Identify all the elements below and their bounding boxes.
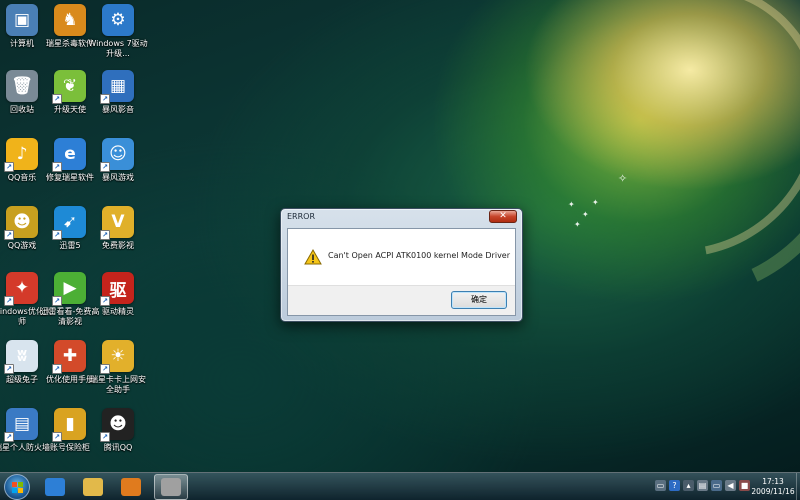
taskbar-running-app-button[interactable] — [154, 474, 188, 500]
desktop-icon-label: 瑞星杀毒软件 — [46, 39, 94, 48]
ok-button[interactable]: 确定 — [451, 291, 507, 309]
desktop-icon-label: 修复瑞星软件 — [46, 173, 94, 182]
wallpaper-sparkle: ✧ — [618, 172, 628, 185]
desktop-icon-label: QQ游戏 — [7, 241, 37, 250]
shortcut-arrow-icon: ↗ — [52, 364, 62, 374]
desktop-icon[interactable]: ⚙ Windows 7驱动升级... — [88, 4, 148, 66]
desktop-icon-label: 计算机 — [10, 39, 34, 48]
shortcut-arrow-icon: ↗ — [100, 230, 110, 240]
shortcut-arrow-icon: ↗ — [52, 94, 62, 104]
shortcut-arrow-icon: ↗ — [4, 432, 14, 442]
app-icon: V ↗ — [100, 206, 134, 240]
desktop-icon-label: 暴风影音 — [102, 105, 134, 114]
clock-time: 17:13 — [762, 477, 784, 486]
desktop-icon-label: 免费影视 — [102, 241, 134, 250]
app-icon: ▤ ↗ — [4, 408, 38, 442]
wallpaper-sparkle: ✦ — [568, 200, 575, 209]
shortcut-arrow-icon: ↗ — [100, 364, 110, 374]
tray-volume-icon[interactable]: ◀ — [725, 480, 736, 491]
desktop-icon-label: 迅雷5 — [59, 241, 81, 250]
app-icon: 驱 ↗ — [100, 272, 134, 306]
dialog-body: Can't Open ACPI ATK0100 kernel Mode Driv… — [287, 228, 516, 316]
windows-logo-icon — [12, 482, 24, 494]
shortcut-arrow-icon: ↗ — [100, 432, 110, 442]
desktop-icon-label: 驱动精灵 — [102, 307, 134, 316]
tray-display-icon[interactable]: ▭ — [711, 480, 722, 491]
desktop-icon[interactable]: ▦ ↗ 暴风影音 — [88, 70, 148, 132]
wallpaper-sparkle: ✦ — [574, 220, 581, 229]
app-icon: 🗑 — [6, 70, 38, 102]
dialog-title: ERROR — [287, 212, 316, 221]
app-icon: ➹ ↗ — [52, 206, 86, 240]
close-button[interactable]: ✕ — [489, 210, 517, 223]
media-player-icon — [121, 478, 141, 496]
desktop-icon[interactable]: ☻ ↗ 腾讯QQ — [88, 408, 148, 470]
desktop-icon-label: 优化使用手册 — [46, 375, 94, 384]
tray-chevron-icon[interactable]: ▴ — [683, 480, 694, 491]
app-icon: ☻ ↗ — [4, 206, 38, 240]
desktop-icon-label: Windows 7驱动升级... — [88, 39, 148, 58]
desktop-icon[interactable]: ☺ ↗ 暴风游戏 — [88, 138, 148, 200]
app-icon: ♞ — [54, 4, 86, 36]
app-icon: ☺ ↗ — [100, 138, 134, 172]
shortcut-arrow-icon: ↗ — [4, 162, 14, 172]
shortcut-arrow-icon: ↗ — [100, 296, 110, 306]
file-explorer-icon — [83, 478, 103, 496]
desktop-icon-label: 升级天使 — [54, 105, 86, 114]
clock-date: 2009/11/16 — [751, 487, 795, 496]
desktop-icon-label: 回收站 — [10, 105, 34, 114]
shortcut-arrow-icon: ↗ — [100, 162, 110, 172]
app-icon: ▶ ↗ — [52, 272, 86, 306]
desktop-icon-label: 暴风游戏 — [102, 173, 134, 182]
app-icon: ʬ ↗ — [4, 340, 38, 374]
show-desktop-button[interactable] — [796, 473, 800, 500]
shortcut-arrow-icon: ↗ — [52, 230, 62, 240]
tray-security-icon[interactable]: ■ — [739, 480, 750, 491]
app-icon: ✦ ↗ — [4, 272, 38, 306]
taskbar-file-explorer-button[interactable] — [76, 474, 110, 500]
desktop-icon[interactable]: ☀ ↗ 瑞星卡卡上网安全助手 — [88, 340, 148, 402]
error-dialog: ERROR ✕ Can't Open ACPI ATK0100 kernel M… — [280, 208, 523, 322]
app-icon: ▦ ↗ — [100, 70, 134, 104]
warning-icon — [304, 249, 322, 265]
app-icon: ❦ ↗ — [52, 70, 86, 104]
system-tray: ▭ ? ▴ ▤ ▭ ◀ ■ — [655, 480, 750, 491]
desktop-icon-label: 账号保险柜 — [50, 443, 90, 452]
desktop-icon-label: 腾讯QQ — [103, 443, 133, 452]
taskbar-media-player-button[interactable] — [114, 474, 148, 500]
shortcut-arrow-icon: ↗ — [52, 162, 62, 172]
shortcut-arrow-icon: ↗ — [4, 364, 14, 374]
dialog-message: Can't Open ACPI ATK0100 kernel Mode Driv… — [328, 251, 511, 260]
app-icon: ☀ ↗ — [100, 340, 134, 374]
tray-network-icon[interactable]: ▤ — [697, 480, 708, 491]
taskbar-internet-explorer-button[interactable] — [38, 474, 72, 500]
tray-flag-icon[interactable]: ▭ — [655, 480, 666, 491]
app-icon: e ↗ — [52, 138, 86, 172]
shortcut-arrow-icon: ↗ — [4, 296, 14, 306]
running-app-icon — [161, 478, 181, 496]
shortcut-arrow-icon: ↗ — [4, 230, 14, 240]
shortcut-arrow-icon: ↗ — [52, 432, 62, 442]
app-icon: ▮ ↗ — [52, 408, 86, 442]
desktop-icon-label: 超级兔子 — [6, 375, 38, 384]
internet-explorer-icon — [45, 478, 65, 496]
app-icon: ♪ ↗ — [4, 138, 38, 172]
start-button[interactable] — [4, 474, 30, 500]
app-icon: ☻ ↗ — [100, 408, 134, 442]
app-icon: ⚙ — [102, 4, 134, 36]
desktop-icon-label: 瑞星卡卡上网安全助手 — [90, 375, 146, 394]
dialog-footer: 确定 — [288, 285, 515, 315]
shortcut-arrow-icon: ↗ — [100, 94, 110, 104]
app-icon: ▣ — [6, 4, 38, 36]
taskbar: ▭ ? ▴ ▤ ▭ ◀ ■ 17:13 2009/11/16 — [0, 472, 800, 500]
desktop-icon-label: QQ音乐 — [7, 173, 37, 182]
wallpaper-sparkle: ✦ — [582, 210, 589, 219]
desktop-icon[interactable]: V ↗ 免费影视 — [88, 206, 148, 268]
app-icon: ✚ ↗ — [52, 340, 86, 374]
shortcut-arrow-icon: ↗ — [52, 296, 62, 306]
wallpaper-sparkle: ✦ — [592, 198, 599, 207]
clock[interactable]: 17:13 2009/11/16 — [750, 477, 796, 497]
desktop-icon[interactable]: 驱 ↗ 驱动精灵 — [88, 272, 148, 334]
tray-help-icon[interactable]: ? — [669, 480, 680, 491]
